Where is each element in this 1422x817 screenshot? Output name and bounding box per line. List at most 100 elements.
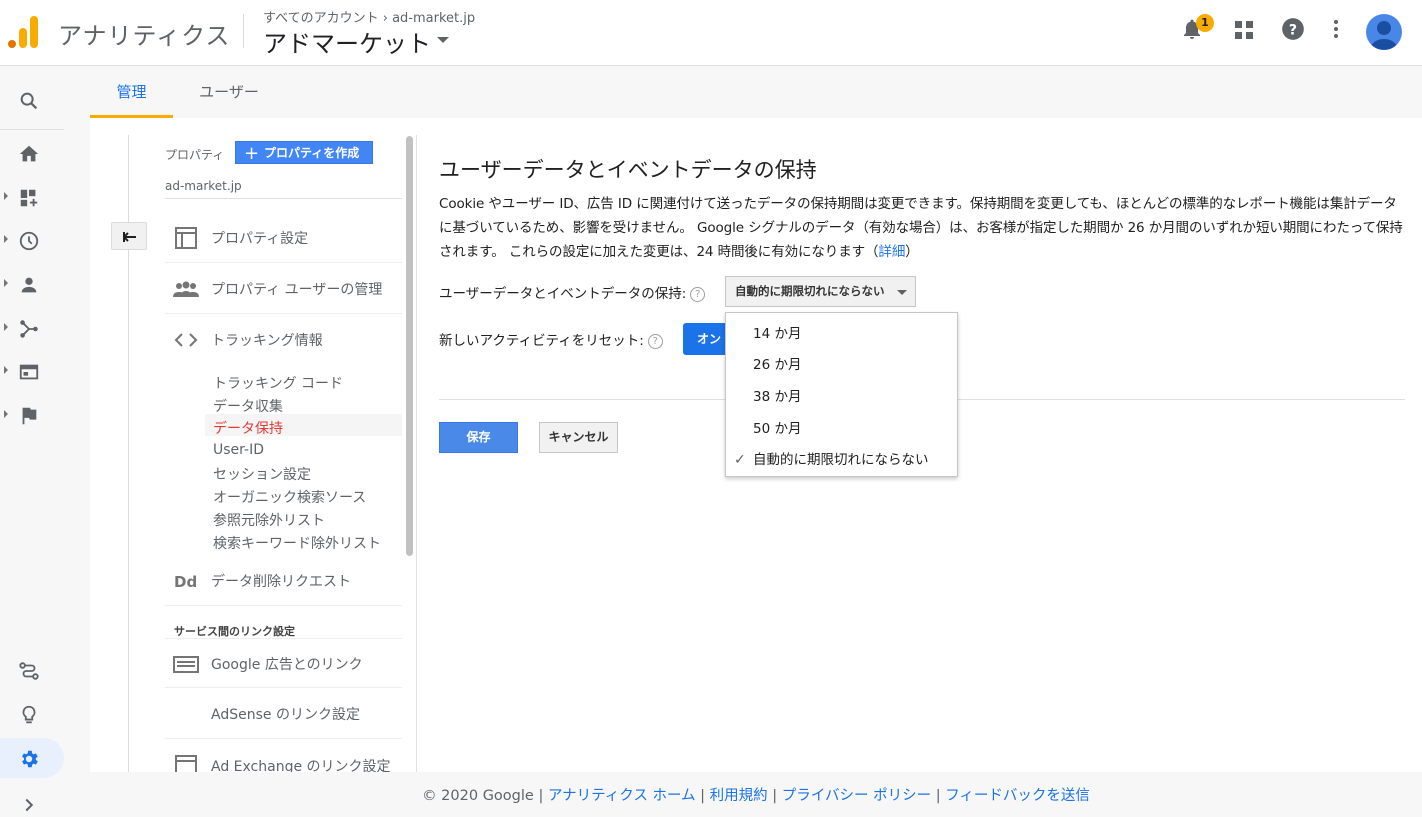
nav-data-deletion[interactable]: Dd データ削除リクエスト bbox=[165, 556, 402, 606]
flag-icon bbox=[22, 407, 37, 425]
learn-more-link[interactable]: 詳細 bbox=[878, 244, 905, 260]
description-end: ） bbox=[905, 244, 919, 260]
option-label: 26 か月 bbox=[753, 357, 802, 373]
link-section-heading: サービス間のリンク設定 bbox=[174, 625, 295, 638]
menu-option-never-expire[interactable]: ✓ 自動的に期限切れにならない bbox=[726, 444, 957, 476]
retention-dropdown-menu: 14 か月 26 か月 38 か月 50 か月 ✓ 自動的に期限切れにならない bbox=[725, 312, 958, 477]
dashboard-icon bbox=[20, 189, 38, 207]
rail-admin[interactable] bbox=[0, 738, 64, 778]
rail-separator bbox=[0, 129, 64, 130]
cancel-button[interactable]: キャンセル bbox=[539, 422, 618, 453]
sub-data-collection[interactable]: データ収集 bbox=[213, 396, 283, 416]
retention-dropdown[interactable]: 自動的に期限切れにならない bbox=[725, 276, 916, 307]
rail-acquisition[interactable] bbox=[0, 308, 64, 348]
rail-realtime[interactable] bbox=[0, 220, 64, 260]
avatar[interactable] bbox=[1366, 14, 1402, 50]
help-circle-icon[interactable]: ? bbox=[647, 333, 663, 349]
tab-admin[interactable]: 管理 bbox=[90, 66, 173, 118]
rail-search[interactable] bbox=[0, 80, 64, 120]
sub-data-retention[interactable]: データ保持 bbox=[213, 418, 283, 438]
footer-separator: | bbox=[695, 788, 710, 804]
svg-text:?: ? bbox=[1289, 22, 1297, 38]
rail-discover[interactable] bbox=[0, 694, 64, 734]
check-icon: ✓ bbox=[734, 452, 746, 468]
app-name[interactable]: アナリティクス bbox=[58, 16, 230, 51]
nav-label: トラッキング情報 bbox=[211, 333, 323, 349]
nav-property-user-management[interactable]: プロパティ ユーザーの管理 bbox=[165, 264, 402, 314]
sub-organic-search-sources[interactable]: オーガニック検索ソース bbox=[213, 487, 366, 507]
option-label: 50 か月 bbox=[753, 421, 802, 437]
page-title: ユーザーデータとイベントデータの保持 bbox=[439, 158, 817, 182]
left-rail bbox=[0, 66, 64, 817]
search-icon bbox=[20, 92, 38, 110]
footer-separator: | bbox=[767, 788, 782, 804]
sub-session-settings[interactable]: セッション設定 bbox=[213, 464, 311, 484]
column-divider bbox=[416, 135, 417, 772]
caret-down-icon[interactable] bbox=[437, 37, 449, 43]
nav-label: Google 広告とのリンク bbox=[211, 657, 363, 673]
property-selector[interactable]: ad-market.jp bbox=[165, 179, 242, 193]
back-button[interactable] bbox=[111, 222, 147, 250]
ads-icon bbox=[173, 656, 199, 673]
rail-behavior[interactable] bbox=[0, 351, 64, 391]
help-icon[interactable]: ? bbox=[1280, 16, 1306, 44]
nav-tracking-info[interactable]: トラッキング情報 bbox=[165, 315, 402, 365]
menu-option-50-months[interactable]: 50 か月 bbox=[726, 413, 957, 445]
nav-ad-exchange-link[interactable]: Ad Exchange のリンク設定 bbox=[165, 741, 402, 772]
description: Cookie やユーザー ID、広告 ID に関連付けて送ったデータの保持期間は… bbox=[439, 192, 1409, 264]
reset-label: 新しいアクティビティをリセット: bbox=[439, 333, 644, 349]
sub-referral-exclusion[interactable]: 参照元除外リスト bbox=[213, 510, 325, 530]
analytics-logo[interactable] bbox=[8, 14, 40, 48]
footer-link-analytics-home[interactable]: アナリティクス ホーム bbox=[548, 788, 696, 804]
tab-user[interactable]: ユーザー bbox=[173, 66, 285, 118]
nav-property-settings[interactable]: プロパティ設定 bbox=[165, 213, 402, 263]
plus-icon: + bbox=[244, 143, 260, 164]
caret-down-icon bbox=[897, 290, 907, 295]
help-circle-icon[interactable]: ? bbox=[690, 286, 706, 302]
create-property-label: プロパティを作成 bbox=[264, 146, 360, 160]
svg-text:Dd: Dd bbox=[174, 573, 197, 591]
save-button[interactable]: 保存 bbox=[439, 422, 518, 453]
nav-adsense-link[interactable]: AdSense のリンク設定 bbox=[165, 689, 402, 739]
rail-customization[interactable] bbox=[0, 177, 64, 217]
gear-icon bbox=[22, 750, 38, 768]
sub-user-id[interactable]: User-ID bbox=[213, 442, 264, 458]
scrollbar-thumb[interactable] bbox=[406, 136, 413, 556]
sub-tracking-code[interactable]: トラッキング コード bbox=[213, 373, 343, 393]
property-label: プロパティ bbox=[165, 148, 225, 162]
option-label: 14 か月 bbox=[753, 326, 802, 342]
nav-google-ads-link[interactable]: Google 広告とのリンク bbox=[165, 638, 402, 688]
footer-link-feedback[interactable]: フィードバックを送信 bbox=[945, 788, 1090, 804]
nav-label: データ削除リクエスト bbox=[211, 574, 351, 590]
divider bbox=[165, 198, 402, 199]
footer-link-privacy[interactable]: プライバシー ポリシー bbox=[782, 788, 931, 804]
option-label: 38 か月 bbox=[753, 389, 802, 405]
nav-label: Ad Exchange のリンク設定 bbox=[211, 759, 391, 772]
code-icon bbox=[174, 333, 198, 347]
clock-icon bbox=[19, 231, 39, 251]
menu-option-14-months[interactable]: 14 か月 bbox=[726, 318, 957, 350]
menu-option-38-months[interactable]: 38 か月 bbox=[726, 381, 957, 413]
nav-label: プロパティ ユーザーの管理 bbox=[211, 282, 383, 298]
create-property-button[interactable]: + プロパティを作成 bbox=[235, 141, 373, 164]
footer: © 2020 Google | アナリティクス ホーム | 利用規約 | プライ… bbox=[0, 784, 1422, 805]
retention-selected-value: 自動的に期限切れにならない bbox=[735, 284, 885, 298]
layout-icon bbox=[175, 227, 197, 249]
footer-separator: | bbox=[533, 788, 548, 804]
rail-attribution[interactable] bbox=[0, 650, 64, 690]
account-selector[interactable]: アドマーケット bbox=[263, 24, 431, 59]
people-icon bbox=[173, 281, 199, 297]
apps-grid-icon[interactable] bbox=[1232, 16, 1258, 44]
sub-search-term-exclusion[interactable]: 検索キーワード除外リスト bbox=[213, 533, 381, 553]
rail-home[interactable] bbox=[0, 133, 64, 173]
rail-audience[interactable] bbox=[0, 264, 64, 304]
layout-icon bbox=[175, 755, 197, 772]
footer-link-terms[interactable]: 利用規約 bbox=[710, 788, 768, 804]
attribution-icon bbox=[19, 662, 39, 680]
rail-conversions[interactable] bbox=[0, 395, 64, 435]
retention-label: ユーザーデータとイベントデータの保持: bbox=[439, 286, 687, 302]
home-icon bbox=[19, 145, 39, 162]
menu-option-26-months[interactable]: 26 か月 bbox=[726, 349, 957, 381]
more-vert-icon[interactable] bbox=[1324, 16, 1350, 44]
footer-separator: | bbox=[931, 788, 946, 804]
